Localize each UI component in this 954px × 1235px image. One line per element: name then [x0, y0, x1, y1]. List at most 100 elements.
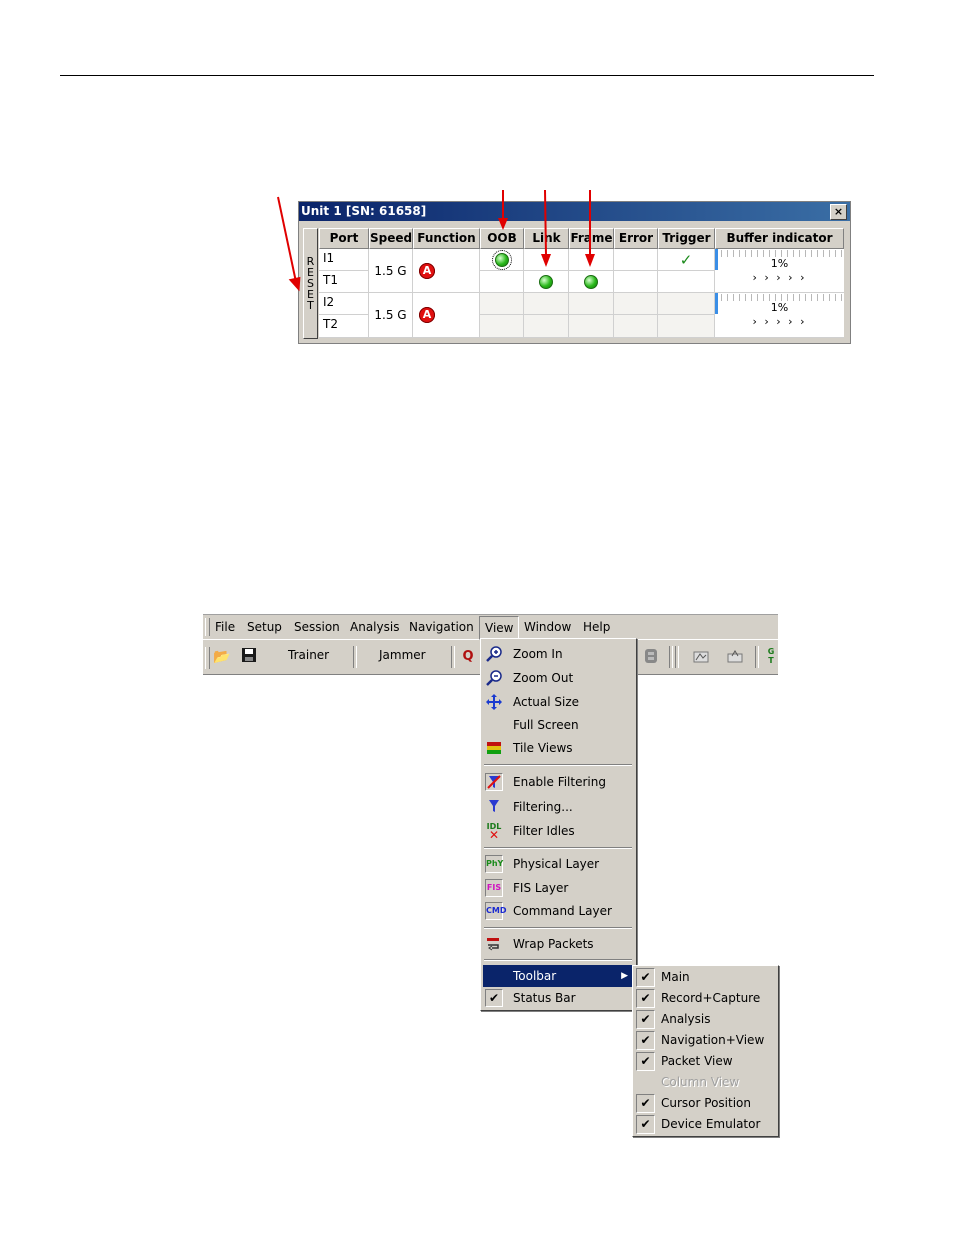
- submenu-item-label: Record+Capture: [661, 991, 761, 1005]
- menu-item-full-screen[interactable]: Full Screen: [483, 714, 633, 736]
- menu-item-wrap-packets[interactable]: Wrap Packets: [483, 933, 633, 955]
- column-header-error: Error: [614, 228, 658, 249]
- export-icon[interactable]: [725, 647, 745, 667]
- menu-separator: [484, 959, 632, 961]
- trigger-check-icon: ✓: [679, 250, 693, 269]
- menu-item-label: Zoom Out: [513, 671, 574, 685]
- menu-item-filtering[interactable]: Filtering...: [483, 796, 633, 818]
- toolbar-grip[interactable]: [205, 647, 210, 669]
- buffer-percent: 1%: [770, 301, 789, 314]
- trigger-cell: ✓: [658, 249, 715, 271]
- menu-setup[interactable]: Setup: [242, 615, 287, 639]
- menu-item-tile-views[interactable]: Tile Views: [483, 737, 633, 759]
- submenu-item-device-emulator[interactable]: ✔ Device Emulator: [635, 1114, 777, 1135]
- link-cell: [524, 315, 569, 338]
- menu-item-label: Tile Views: [513, 741, 573, 755]
- submenu-item-cursor-position[interactable]: ✔ Cursor Position: [635, 1093, 777, 1114]
- reset-letter: T: [307, 299, 314, 312]
- trigger-cell: [658, 271, 715, 293]
- zoom-in-icon: [485, 645, 503, 663]
- toolbar-separator: [353, 646, 357, 668]
- physical-layer-icon: PhY: [485, 855, 503, 873]
- menu-file[interactable]: File: [210, 615, 240, 639]
- menu-item-enable-filtering[interactable]: Enable Filtering: [483, 771, 633, 793]
- checkmark-icon: ✔: [636, 1052, 655, 1071]
- submenu-item-main[interactable]: ✔ Main: [635, 967, 777, 988]
- submenu-item-label: Analysis: [661, 1012, 711, 1026]
- menu-item-zoom-in[interactable]: Zoom In: [483, 643, 633, 665]
- menu-item-command-layer[interactable]: CMD Command Layer: [483, 900, 633, 922]
- close-icon[interactable]: ×: [830, 204, 847, 220]
- menu-window[interactable]: Window: [519, 615, 576, 639]
- oob-cell: [480, 315, 524, 338]
- search-record-icon[interactable]: Q: [458, 647, 478, 667]
- toolbar-separator: [451, 646, 455, 668]
- checkmark-icon: ✔: [636, 968, 655, 987]
- checkmark-icon: ✔: [636, 1010, 655, 1029]
- buffer-arrows: › › › › ›: [752, 315, 807, 328]
- menu-item-label: Toolbar: [513, 969, 557, 983]
- menu-separator: [484, 927, 632, 929]
- trigger-cell: [658, 293, 715, 315]
- submenu-item-navigation-view[interactable]: ✔ Navigation+View: [635, 1030, 777, 1051]
- menu-item-label: Enable Filtering: [513, 775, 606, 789]
- arrow-to-link: [544, 190, 547, 257]
- menu-item-fis-layer[interactable]: FIS FIS Layer: [483, 877, 633, 899]
- actual-size-icon: [485, 693, 503, 711]
- menu-item-toolbar[interactable]: Toolbar ▶: [483, 965, 633, 987]
- buffer-arrows: › › › › ›: [752, 271, 807, 284]
- menu-item-physical-layer[interactable]: PhY Physical Layer: [483, 853, 633, 875]
- menu-analysis[interactable]: Analysis: [345, 615, 404, 639]
- buffer-scale: [715, 250, 844, 257]
- arrow-head-icon: [541, 254, 551, 267]
- menu-separator: [484, 764, 632, 766]
- menu-item-label: Full Screen: [513, 718, 579, 732]
- open-folder-icon[interactable]: 📂: [212, 647, 232, 667]
- submenu-item-label: Column View: [661, 1075, 740, 1089]
- menu-item-filter-idles[interactable]: IDL ✕ Filter Idles: [483, 820, 633, 842]
- menu-view[interactable]: View: [479, 616, 520, 640]
- submenu-item-analysis[interactable]: ✔ Analysis: [635, 1009, 777, 1030]
- menu-item-label: Physical Layer: [513, 857, 600, 871]
- menu-navigation[interactable]: Navigation: [404, 615, 479, 639]
- trainer-button[interactable]: Trainer: [288, 648, 329, 662]
- buffer-percent: 1%: [770, 257, 789, 270]
- menu-session[interactable]: Session: [289, 615, 345, 639]
- submenu-item-packet-view[interactable]: ✔ Packet View: [635, 1051, 777, 1072]
- error-cell: [614, 315, 658, 338]
- menu-item-actual-size[interactable]: Actual Size: [483, 691, 633, 713]
- menu-item-label: Command Layer: [513, 904, 612, 918]
- menu-separator: [484, 847, 632, 849]
- submenu-item-record-capture[interactable]: ✔ Record+Capture: [635, 988, 777, 1009]
- menu-bar: File Setup Session Analysis Navigation V…: [203, 614, 778, 640]
- toolbar-separator: [669, 646, 673, 668]
- buffer-scale: [715, 294, 844, 301]
- checkmark-icon: ✔: [636, 989, 655, 1008]
- command-layer-icon: CMD: [485, 902, 506, 920]
- go-icon[interactable]: GT: [764, 647, 778, 667]
- error-cell: [614, 249, 658, 271]
- checkmark-icon: ✔: [636, 1031, 655, 1050]
- menu-item-label: Filter Idles: [513, 824, 575, 838]
- submenu-item-label: Device Emulator: [661, 1117, 761, 1131]
- fis-layer-icon: FIS: [485, 879, 503, 897]
- filter-idles-icon: IDL ✕: [486, 822, 502, 842]
- jammer-button[interactable]: Jammer: [379, 648, 426, 662]
- checkmark-icon: ✔: [636, 1115, 655, 1134]
- error-cell: [614, 293, 658, 315]
- report-icon[interactable]: [691, 647, 711, 667]
- buffer-indicator: 1% › › › › ›: [715, 249, 844, 293]
- arrow-head-icon: [498, 218, 508, 230]
- enable-filtering-icon: [485, 773, 503, 791]
- save-icon[interactable]: [239, 647, 259, 667]
- menu-item-status-bar[interactable]: ✔ Status Bar: [483, 987, 633, 1009]
- page-header-rule: [60, 75, 874, 76]
- menu-item-zoom-out[interactable]: Zoom Out: [483, 667, 633, 689]
- toolbar-submenu: ✔ Main ✔ Record+Capture ✔ Analysis ✔ Nav…: [632, 965, 779, 1137]
- annotation-arrows: [277, 190, 595, 292]
- filtering-icon: [485, 798, 503, 816]
- device-icon[interactable]: [642, 647, 662, 667]
- menu-help[interactable]: Help: [578, 615, 615, 639]
- menu-item-label: Actual Size: [513, 695, 580, 709]
- submenu-item-column-view: Column View: [635, 1072, 777, 1093]
